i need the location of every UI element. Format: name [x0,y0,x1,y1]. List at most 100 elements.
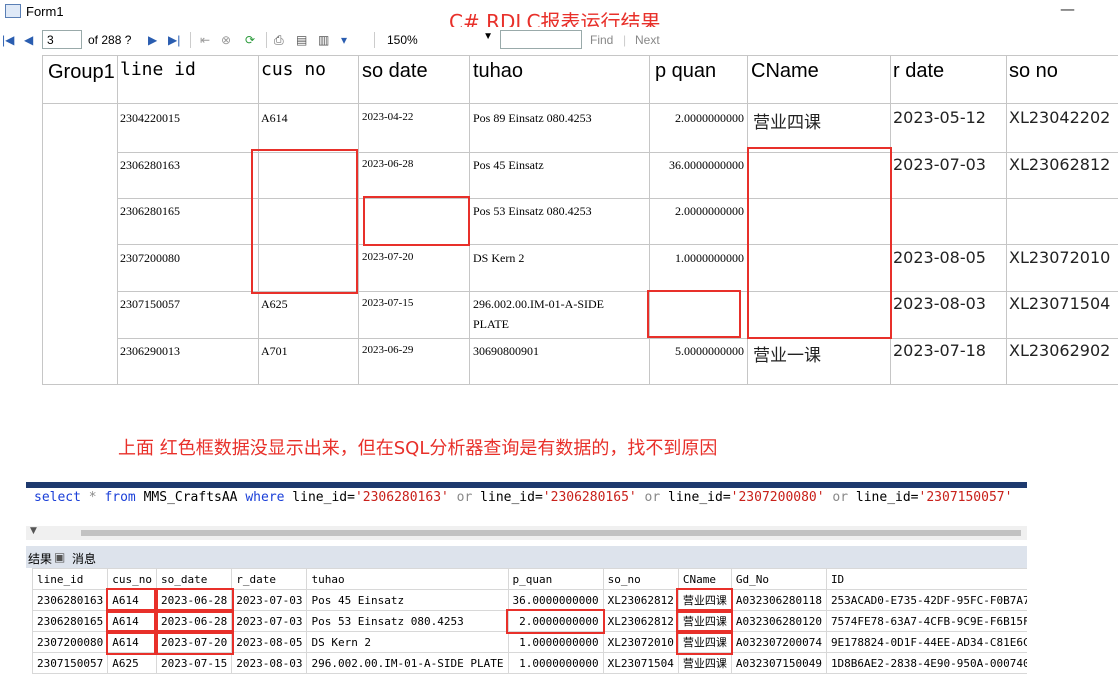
table-cell[interactable]: 2.0000000000 [508,611,603,632]
page-count-label: of 288 ? [88,33,131,47]
table-cell[interactable]: 7574FE78-63A7-4CFB-9C9E-F6B15FB2F0 [826,611,1060,632]
table-cell[interactable]: 2023-07-15 [156,653,231,674]
sql-value: '2306280163' [355,490,449,505]
table-row[interactable]: 2306280163 A614 2023-06-28 2023-07-03 Po… [33,590,1061,611]
back-icon[interactable]: ⇤ [200,33,210,47]
cell-tuhao: Pos 53 Einsatz 080.4253 [473,204,592,219]
page-setup-icon[interactable]: ▥ [318,33,329,47]
horizontal-scrollbar[interactable]: ▼ [26,526,1027,540]
table-cell[interactable]: 36.0000000000 [508,590,603,611]
cell-so-date: 2023-07-20 [362,251,413,263]
messages-icon: ▣ [54,550,65,564]
minimize-button[interactable]: — [1060,0,1075,18]
cell-line-id: 2306280165 [120,204,180,219]
zoom-select[interactable]: 150% ▼ [383,30,495,49]
table-cell[interactable]: 营业四课 [678,611,731,632]
sql-query-pane: select * from MMS_CraftsAA where line_id… [26,482,1027,691]
print-layout-icon[interactable]: ▤ [296,33,307,47]
table-cell[interactable]: 1.0000000000 [508,653,603,674]
table-row[interactable]: 2307150057 A625 2023-07-15 2023-08-03 29… [33,653,1061,674]
table-cell[interactable]: 1D8B6AE2-2838-4E90-950A-0007400B4C [826,653,1060,674]
header-tuhao: tuhao [473,60,523,83]
grid-line [42,384,1118,385]
table-cell[interactable]: 2023-07-20 [156,632,231,653]
sql-value: '2307150057' [919,490,1013,505]
table-cell[interactable]: 1.0000000000 [508,632,603,653]
page-number-input[interactable] [42,30,82,49]
table-cell[interactable]: 2023-07-03 [232,611,307,632]
cell-cus-no: A701 [261,344,288,359]
table-cell[interactable]: Pos 53 Einsatz 080.4253 [307,611,508,632]
table-row[interactable]: 2307200080 A614 2023-07-20 2023-08-05 DS… [33,632,1061,653]
cell-so-no: XL23062812 [1009,155,1110,174]
background-filler [1027,482,1118,691]
sql-editor-line[interactable]: select * from MMS_CraftsAA where line_id… [26,490,1027,512]
export-icon[interactable]: ▾ [341,33,347,47]
prev-page-icon[interactable]: ◀ [24,33,33,47]
missing-cus-no-highlight [251,149,358,294]
cell-tuhao: 30690800901 [473,344,539,359]
first-page-icon[interactable]: |◀ [2,33,14,47]
table-cell[interactable]: A032307200074 [731,632,826,653]
table-cell[interactable]: 营业四课 [678,653,731,674]
table-row[interactable]: 2306280165 A614 2023-06-28 2023-07-03 Po… [33,611,1061,632]
cell-p-quan: 2.0000000000 [649,111,744,126]
table-cell[interactable]: 253ACAD0-E735-42DF-95FC-F0B7A76794 [826,590,1060,611]
table-cell[interactable]: A032306280118 [731,590,826,611]
cell-cus-no: A614 [261,111,288,126]
grid-line [117,55,118,385]
table-cell[interactable]: A625 [108,653,157,674]
table-cell[interactable]: 2307200080 [33,632,108,653]
next-page-icon[interactable]: ▶ [148,33,157,47]
table-cell[interactable]: 营业四课 [678,590,731,611]
scrollbar-thumb[interactable] [81,530,1021,536]
results-header: r_date [232,569,307,590]
find-button[interactable]: Find [590,33,613,47]
table-cell[interactable]: 2023-08-05 [232,632,307,653]
find-input[interactable] [500,30,582,49]
table-cell[interactable]: Pos 45 Einsatz [307,590,508,611]
table-cell[interactable]: 2023-07-03 [232,590,307,611]
cell-tuhao: Pos 89 Einsatz 080.4253 [473,111,592,126]
tab-messages[interactable]: 消息 [72,550,96,567]
table-cell[interactable]: XL23071504 [603,653,678,674]
sql-or: or [449,490,480,505]
sql-keyword-where: where [245,490,284,505]
last-page-icon[interactable]: ▶| [168,33,180,47]
table-cell[interactable]: 2306280165 [33,611,108,632]
form-icon [5,4,21,18]
table-cell[interactable]: 2023-06-28 [156,611,231,632]
table-cell[interactable]: 营业四课 [678,632,731,653]
results-header: p_quan [508,569,603,590]
table-cell[interactable]: 9E178824-0D1F-44EE-AD34-C81E6C9861 [826,632,1060,653]
table-cell[interactable]: 2307150057 [33,653,108,674]
cell-p-quan: 1.0000000000 [649,251,744,266]
refresh-icon[interactable]: ⟳ [245,33,255,47]
results-header: ID [826,569,1060,590]
table-cell[interactable]: 2023-06-28 [156,590,231,611]
table-cell[interactable]: A614 [108,590,157,611]
table-cell[interactable]: A614 [108,611,157,632]
toolbar-divider [374,32,375,48]
cell-r-date: 2023-08-03 [893,294,986,313]
table-cell[interactable]: A614 [108,632,157,653]
table-cell[interactable]: XL23062812 [603,590,678,611]
results-grid: line_id cus_no so_date r_date tuhao p_qu… [32,568,1061,674]
table-cell[interactable]: A032307150049 [731,653,826,674]
cell-tuhao: 296.002.00.IM-01-A-SIDE [473,297,604,312]
table-cell[interactable]: DS Kern 2 [307,632,508,653]
print-icon[interactable]: ⎙ [274,33,284,47]
tab-results[interactable]: 结果 [28,550,52,567]
table-cell[interactable]: XL23072010 [603,632,678,653]
table-cell[interactable]: XL23062812 [603,611,678,632]
missing-cname-highlight [747,147,892,339]
grid-line [358,55,359,385]
chevron-down-icon: ▼ [483,31,493,42]
results-header: tuhao [307,569,508,590]
table-cell[interactable]: A032306280120 [731,611,826,632]
next-button[interactable]: Next [635,33,660,47]
table-cell[interactable]: 296.002.00.IM-01-A-SIDE PLATE [307,653,508,674]
stop-icon[interactable]: ⊗ [221,33,231,47]
table-cell[interactable]: 2023-08-03 [232,653,307,674]
table-cell[interactable]: 2306280163 [33,590,108,611]
